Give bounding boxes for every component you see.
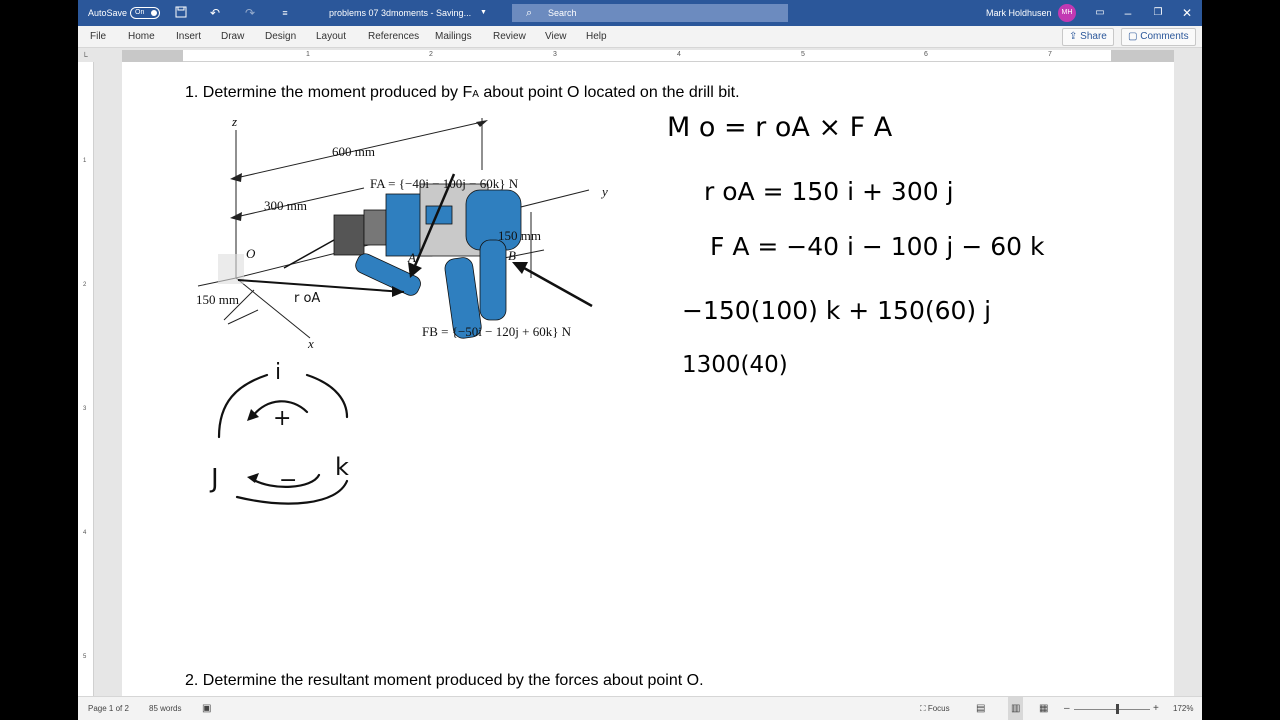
hw-partial-product: 1300(40) xyxy=(682,352,788,378)
undo-icon[interactable]: ↶ xyxy=(208,6,222,20)
zoom-out-button[interactable]: – xyxy=(1064,697,1070,720)
avatar[interactable]: MH xyxy=(1058,4,1076,22)
search-icon: ⌕ xyxy=(526,7,533,19)
ruler-number: 5 xyxy=(83,654,87,660)
dim-150mm-right: 150 mm xyxy=(498,228,541,243)
search-box[interactable]: ⌕ Search xyxy=(512,4,788,22)
point-a-label: A xyxy=(407,250,416,265)
comments-button[interactable]: ▢ Comments xyxy=(1121,28,1196,46)
ruler-number: 5 xyxy=(801,51,805,58)
question-2: 2. Determine the resultant moment produc… xyxy=(185,672,704,689)
title-bar: AutoSave On ↶ ↷ ≡ problems 07 3dmoments … xyxy=(78,0,1202,26)
ruler-number: 3 xyxy=(83,406,87,412)
customize-qat-icon[interactable]: ≡ xyxy=(278,6,292,20)
toggle-knob xyxy=(151,10,157,16)
zoom-in-button[interactable]: + xyxy=(1153,697,1159,720)
proofing-icon[interactable]: ▣ xyxy=(202,697,211,720)
focus-button[interactable]: ⛶ Focus xyxy=(920,697,950,720)
menu-insert[interactable]: Insert xyxy=(176,26,201,48)
menu-view[interactable]: View xyxy=(545,26,567,48)
cycle-plus-label: + xyxy=(273,406,291,431)
close-icon[interactable]: ✕ xyxy=(1180,6,1194,20)
point-o-label: O xyxy=(246,246,256,261)
menu-bar: File Home Insert Draw Design Layout Refe… xyxy=(78,26,1202,48)
cycle-k-label: k xyxy=(335,453,349,481)
status-bar: Page 1 of 2 85 words ▣ ⛶ Focus ▤ ▥ ▦ – +… xyxy=(78,696,1202,720)
ruler-number: 6 xyxy=(924,51,928,58)
menu-review[interactable]: Review xyxy=(493,26,526,48)
menu-mailings[interactable]: Mailings xyxy=(435,26,472,48)
ruler-number: 4 xyxy=(83,530,87,536)
document-title[interactable]: problems 07 3dmoments - Saving... xyxy=(329,0,471,26)
menu-draw[interactable]: Draw xyxy=(221,26,244,48)
question-1: 1. Determine the moment produced by FA a… xyxy=(185,84,740,101)
hw-force-vector: F A = −40 i − 100 j − 60 k xyxy=(710,232,1045,261)
web-layout-icon[interactable]: ▦ xyxy=(1039,697,1048,720)
menu-home[interactable]: Home xyxy=(128,26,155,48)
hw-moment-equation: M o = r oA × F A xyxy=(667,112,893,143)
r-oa-label: r oA xyxy=(294,291,320,306)
zoom-slider[interactable] xyxy=(1074,709,1150,710)
x-axis-label: x xyxy=(307,336,314,350)
y-axis-label: y xyxy=(600,184,608,199)
ruler-number: 2 xyxy=(83,282,87,288)
ruler-number: 7 xyxy=(1048,51,1052,58)
restore-icon[interactable]: ❐ xyxy=(1151,6,1165,20)
autosave-state: On xyxy=(135,9,145,16)
read-mode-icon[interactable]: ▤ xyxy=(976,697,985,720)
dim-300mm: 300 mm xyxy=(264,198,307,213)
drill-figure: z y x O A B 600 mm 300 mm 150 mm 150 mm … xyxy=(196,114,608,350)
menu-help[interactable]: Help xyxy=(586,26,607,48)
search-placeholder: Search xyxy=(548,8,577,18)
autosave-toggle[interactable]: On xyxy=(130,7,160,19)
redo-icon[interactable]: ↷ xyxy=(243,6,257,20)
horizontal-ruler[interactable]: 1 2 3 4 5 6 7 xyxy=(122,50,1174,62)
ruler-number: 2 xyxy=(429,51,433,58)
print-layout-icon[interactable]: ▥ xyxy=(1008,697,1024,720)
share-button[interactable]: ⇪ Share xyxy=(1062,28,1114,46)
title-dropdown-icon[interactable]: ▼ xyxy=(480,0,487,26)
ribbon-display-icon[interactable]: ▭ xyxy=(1093,6,1107,20)
dim-600mm: 600 mm xyxy=(332,144,375,159)
comment-icon: ▢ xyxy=(1128,31,1141,42)
tab-selector-icon[interactable]: └ xyxy=(82,52,88,61)
minimize-icon[interactable]: – xyxy=(1121,6,1135,20)
menu-layout[interactable]: Layout xyxy=(316,26,346,48)
vertical-ruler[interactable]: 1 2 3 4 5 xyxy=(78,62,94,696)
left-margin-area xyxy=(122,50,183,62)
hw-cross-product-line: −150(100) k + 150(60) j xyxy=(682,296,992,325)
cycle-j-label: J xyxy=(209,464,219,494)
cycle-minus-label: − xyxy=(279,468,297,493)
menu-file[interactable]: File xyxy=(90,26,106,48)
dim-150mm-left: 150 mm xyxy=(196,292,239,307)
ruler-number: 4 xyxy=(677,51,681,58)
user-name[interactable]: Mark Holdhusen xyxy=(986,0,1052,26)
force-fb-equation: FB = {−50i − 120j + 60k} N xyxy=(422,324,572,339)
point-b-label: B xyxy=(508,248,516,263)
force-fa-equation: FA = {−40i − 100j − 60k} N xyxy=(370,176,519,191)
ruler-number: 1 xyxy=(83,158,87,164)
ruler-number: 3 xyxy=(553,51,557,58)
ruler-number: 1 xyxy=(306,51,310,58)
cross-product-cycle-diagram: i J k + − xyxy=(209,360,349,505)
share-icon: ⇪ xyxy=(1069,31,1081,42)
zoom-slider-thumb[interactable] xyxy=(1116,704,1119,714)
menu-references[interactable]: References xyxy=(368,26,419,48)
page-count[interactable]: Page 1 of 2 xyxy=(88,697,129,720)
word-window: AutoSave On ↶ ↷ ≡ problems 07 3dmoments … xyxy=(78,0,1202,720)
right-margin-area xyxy=(1111,50,1174,62)
menu-design[interactable]: Design xyxy=(265,26,296,48)
zoom-level[interactable]: 172% xyxy=(1173,697,1193,720)
focus-icon: ⛶ xyxy=(920,704,928,713)
document-page[interactable]: 1. Determine the moment produced by FA a… xyxy=(122,62,1174,696)
z-axis-label: z xyxy=(231,114,237,129)
word-count[interactable]: 85 words xyxy=(149,697,181,720)
cycle-i-label: i xyxy=(275,360,281,385)
autosave-label: AutoSave xyxy=(88,8,128,18)
hw-position-vector: r oA = 150 i + 300 j xyxy=(704,177,954,206)
save-icon[interactable] xyxy=(174,6,188,20)
